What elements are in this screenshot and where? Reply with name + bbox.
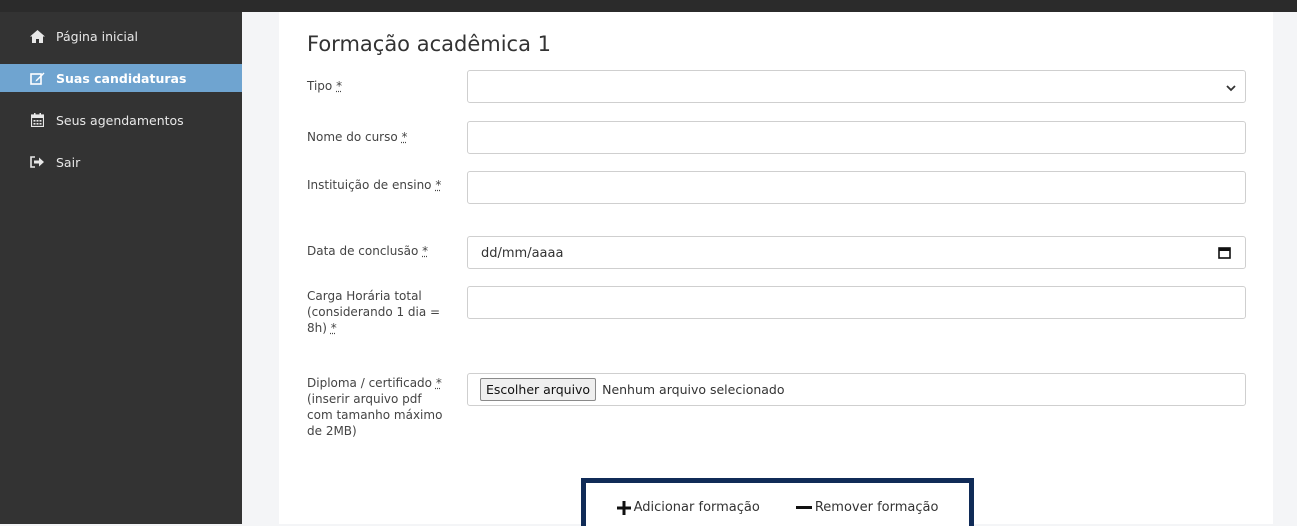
data-conclusao-input[interactable]: dd/mm/aaaa	[467, 236, 1246, 269]
tipo-select[interactable]	[467, 70, 1246, 103]
minus-icon	[795, 505, 812, 509]
nome-curso-label: Nome do curso *	[307, 130, 408, 144]
sidebar-item-label: Seus agendamentos	[56, 112, 184, 128]
home-icon	[29, 28, 45, 44]
required-mark: *	[401, 130, 408, 144]
carga-horaria-label: Carga Horária total (considerando 1 dia …	[307, 289, 441, 335]
date-placeholder: dd/mm/aaaa	[481, 246, 564, 261]
form-panel: Formação acadêmica 1 Tipo * Nome do curs…	[279, 12, 1273, 526]
add-formation-button[interactable]: Adicionar formação	[616, 500, 760, 515]
carga-horaria-input[interactable]	[467, 286, 1246, 319]
sidebar-item-label: Suas candidaturas	[56, 70, 187, 86]
remove-formation-button[interactable]: Remover formação	[795, 500, 938, 515]
instituicao-input[interactable]	[467, 171, 1246, 204]
edit-icon	[29, 70, 45, 86]
sidebar-item-sair[interactable]: Sair	[0, 148, 242, 176]
chevron-down-icon	[1226, 81, 1236, 96]
diploma-file-input[interactable]: Escolher arquivo Nenhum arquivo selecion…	[467, 373, 1246, 406]
plus-icon	[616, 500, 631, 515]
top-bar	[0, 0, 1297, 12]
calendar-picker-icon[interactable]	[1218, 246, 1231, 263]
data-conclusao-label: Data de conclusão *	[307, 244, 429, 258]
tipo-label: Tipo *	[307, 79, 343, 93]
sidebar: Página inicial Suas candidaturas Seus ag…	[0, 12, 242, 524]
required-mark: *	[336, 79, 343, 93]
sidebar-item-candidaturas[interactable]: Suas candidaturas	[0, 64, 242, 92]
required-mark: *	[330, 321, 337, 335]
required-mark: *	[435, 376, 442, 390]
required-mark: *	[435, 178, 442, 192]
sidebar-item-label: Sair	[56, 154, 81, 170]
formation-actions: Adicionar formação Remover formação	[581, 478, 974, 526]
file-status: Nenhum arquivo selecionado	[602, 382, 785, 397]
section-title: Formação acadêmica 1	[307, 32, 551, 56]
choose-file-button[interactable]: Escolher arquivo	[480, 378, 597, 401]
nome-curso-input[interactable]	[467, 121, 1246, 154]
required-mark: *	[422, 244, 429, 258]
sidebar-item-agendamentos[interactable]: Seus agendamentos	[0, 106, 242, 134]
sidebar-item-home[interactable]: Página inicial	[0, 22, 242, 50]
diploma-label: Diploma / certificado * (inserir arquivo…	[307, 376, 443, 438]
instituicao-label: Instituição de ensino *	[307, 178, 442, 192]
sidebar-item-label: Página inicial	[56, 28, 138, 44]
calendar-icon	[29, 112, 45, 128]
sign-out-icon	[29, 154, 45, 170]
